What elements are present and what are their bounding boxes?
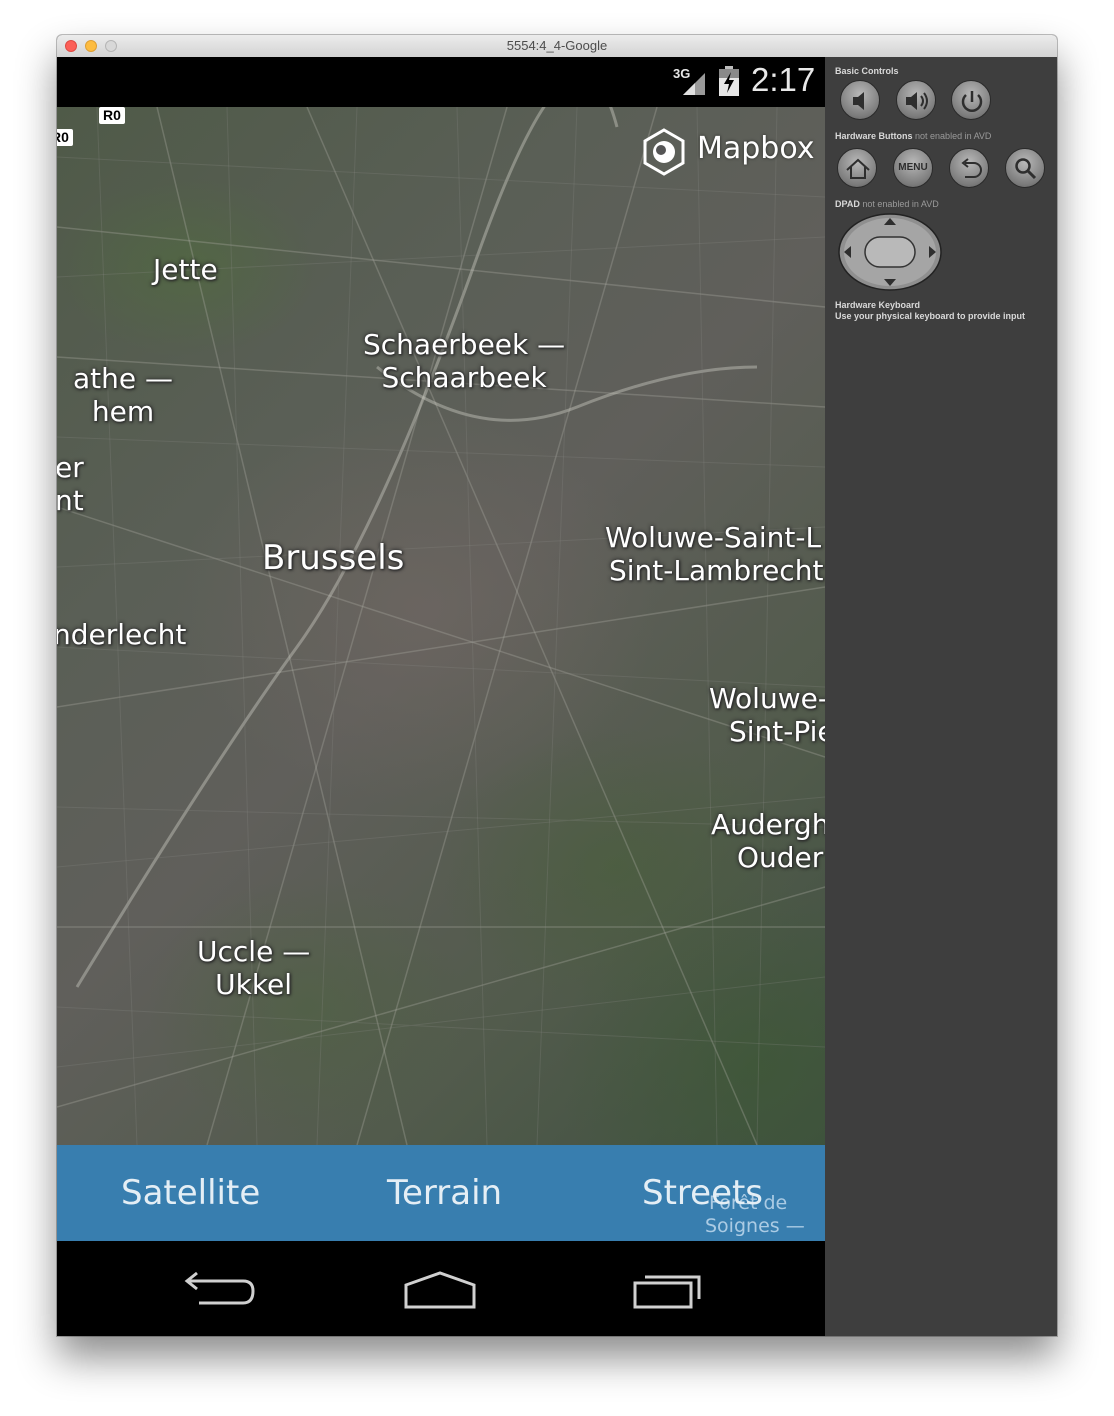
home-icon[interactable] xyxy=(400,1267,480,1313)
hardware-back-button[interactable] xyxy=(949,148,989,188)
status-bar: 3G 2:17 xyxy=(57,57,825,107)
map-label-uccle: Uccle — Ukkel xyxy=(197,935,311,1001)
road-shield: R0 xyxy=(99,107,125,124)
volume-up-button[interactable] xyxy=(896,80,936,120)
emulator-controls-panel: Basic Controls Hardware Buttons not enab… xyxy=(825,57,1057,1336)
signal-icon xyxy=(683,73,705,95)
emulator-window: 5554:4_4-Google 3G 2:17 R0 0 Mapbox Jett… xyxy=(57,35,1057,1336)
map-label-anderlecht: nderlecht xyxy=(57,618,187,651)
terrain-button[interactable]: Terrain xyxy=(387,1173,502,1213)
map-label-berchem: athe — hem xyxy=(73,362,174,428)
map-label-auderghem: Audergh Ouder xyxy=(711,808,825,874)
window-title: 5554:4_4-Google xyxy=(506,38,608,53)
window-titlebar: 5554:4_4-Google xyxy=(57,35,1057,58)
satellite-map[interactable]: R0 R0 Mapbox Jette Schaerbeek — Schaarbe… xyxy=(57,107,825,1145)
recent-apps-icon[interactable] xyxy=(627,1267,707,1313)
battery-icon xyxy=(719,66,739,96)
satellite-button[interactable]: Satellite xyxy=(121,1173,260,1213)
hardware-keyboard-note: Use your physical keyboard to provide in… xyxy=(835,311,1026,321)
hardware-menu-button[interactable]: MENU xyxy=(893,148,933,188)
map-label-jette: Jette xyxy=(153,253,218,286)
search-icon xyxy=(1015,158,1037,180)
back-icon[interactable] xyxy=(177,1267,257,1313)
home-icon xyxy=(846,158,870,179)
power-button[interactable] xyxy=(951,80,991,120)
menu-button-label: MENU xyxy=(898,162,928,173)
hardware-buttons-heading: Hardware Buttons not enabled in AVD xyxy=(835,131,992,141)
map-label-west-edge: er nt xyxy=(57,451,84,517)
volume-down-button[interactable] xyxy=(840,80,880,120)
map-layer-switcher: Forêt de Soignes — Satellite Terrain Str… xyxy=(57,1145,825,1241)
map-label-brussels: Brussels xyxy=(262,538,405,578)
android-screen: 3G 2:17 R0 0 Mapbox Jette Schaerbeek — S… xyxy=(57,57,825,1336)
status-clock: 2:17 xyxy=(751,61,816,98)
map-label-woluwe-pierre: Woluwe- Sint-Pie xyxy=(709,682,825,748)
dpad-control[interactable] xyxy=(837,212,943,292)
android-nav-bar xyxy=(57,1241,825,1336)
dpad-heading: DPAD not enabled in AVD xyxy=(835,199,939,209)
map-label-schaerbeek: Schaerbeek — Schaarbeek xyxy=(363,328,566,394)
power-icon xyxy=(961,91,983,112)
back-arrow-icon xyxy=(961,158,982,178)
road-shield: R0 xyxy=(57,129,73,146)
streets-button[interactable]: Streets xyxy=(642,1173,763,1213)
hardware-home-button[interactable] xyxy=(837,148,877,188)
volume-up-icon xyxy=(906,92,928,110)
volume-down-icon xyxy=(853,92,864,110)
mapbox-attribution[interactable]: Mapbox xyxy=(697,131,815,166)
mapbox-logo-icon xyxy=(643,128,685,176)
basic-controls-heading: Basic Controls xyxy=(835,66,899,76)
map-label-woluwe-lambert: Woluwe-Saint-L Sint-Lambrecht xyxy=(605,521,824,587)
hardware-keyboard-heading: Hardware Keyboard xyxy=(835,300,921,310)
hardware-search-button[interactable] xyxy=(1005,148,1045,188)
